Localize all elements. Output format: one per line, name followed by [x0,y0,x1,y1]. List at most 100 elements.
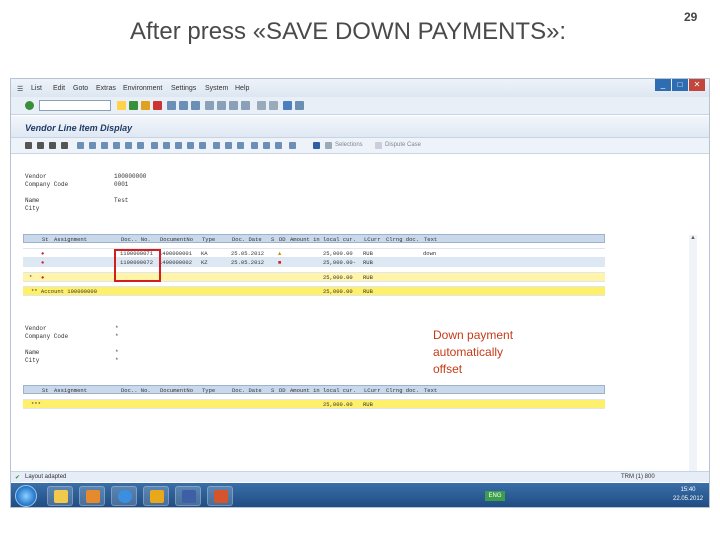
status-message: Layout adapted [25,474,67,480]
next-page-icon[interactable] [229,101,238,110]
clock[interactable]: 15:40 22.05.2012 [673,486,703,504]
windows-taskbar: ENG 15:40 22.05.2012 [11,483,709,507]
selections-button[interactable]: Selections [335,142,363,148]
annotation-text: Down payment automatically offset [433,328,514,376]
deselect-icon[interactable] [113,142,120,149]
vertical-scrollbar[interactable]: ▲ [689,235,697,507]
ie-icon [118,490,132,503]
status-icon: ● [41,274,45,281]
total-row: *** 25,000.00 RUB [23,400,605,409]
taskbar-explorer[interactable] [47,486,73,506]
details-icon[interactable] [137,142,144,149]
mail-icon[interactable] [251,142,258,149]
table-header: St Assignment Doc.. No. DocumentNo Type … [23,234,605,243]
print-icon[interactable] [167,101,176,110]
glasses-icon[interactable] [77,142,84,149]
save-icon[interactable] [117,101,126,110]
highlight-box [114,249,161,282]
table-row[interactable]: ● 1100000071 1400000001 KA 25.05.2012 ▲ … [23,249,605,258]
powerpoint-icon [214,490,228,503]
selections-icon[interactable] [325,142,332,149]
cancel-icon[interactable] [153,101,162,110]
company-code-value-2: * [115,333,119,340]
company-code-value: 0001 [114,181,129,188]
total-row: ** Account 100000000 25,000.00 RUB [23,287,605,296]
application-toolbar: Selections Dispute Case [11,138,709,154]
subtotal-marker-icon: * [29,274,33,281]
screen-title-bar: Vendor Line Item Display [11,116,709,138]
warning-icon: ▲ [278,250,282,257]
previous-icon[interactable] [37,142,44,149]
taskbar-app[interactable] [143,486,169,506]
next-icon[interactable] [49,142,56,149]
cleared-status-icon: ● [41,250,45,257]
taskbar-outlook[interactable] [79,486,105,506]
sort-desc-icon[interactable] [163,142,170,149]
table-row[interactable]: ● 1100000072 1400000002 KZ 25.05.2012 ■ … [23,258,605,267]
layout-save-icon[interactable] [289,142,296,149]
first-page-icon[interactable] [205,101,214,110]
cleared-status-icon: ● [41,259,45,266]
menu-item-system[interactable]: System [205,85,228,92]
last-page-icon[interactable] [241,101,250,110]
menu-item-help[interactable]: Help [235,85,249,92]
last-icon[interactable] [61,142,68,149]
prev-page-icon[interactable] [217,101,226,110]
error-icon: ■ [278,259,282,266]
first-icon[interactable] [25,142,32,149]
menu-item-settings[interactable]: Settings [171,85,196,92]
folder-icon [54,490,68,503]
info-icon[interactable] [313,142,320,149]
dispute-case-icon[interactable] [375,142,382,149]
dispute-case-button[interactable]: Dispute Case [385,142,421,148]
shortcut-icon[interactable] [269,101,278,110]
taskbar-powerpoint[interactable] [207,486,233,506]
enter-icon[interactable] [25,101,34,110]
back-icon[interactable] [129,101,138,110]
scroll-up-icon[interactable]: ▲ [689,235,697,243]
start-button[interactable] [15,485,37,507]
city-value-2: * [115,357,119,364]
subtotal-icon[interactable] [199,142,206,149]
close-button[interactable]: ✕ [689,79,705,91]
page-number: 29 [684,10,698,24]
column-icon[interactable] [213,142,220,149]
sum-icon[interactable] [187,142,194,149]
content-area: Vendor Company Code Name City 100000000 … [11,155,701,507]
app-icon [150,490,164,503]
layout-icon[interactable] [295,101,304,110]
select-all-icon[interactable] [101,142,108,149]
graphic-icon[interactable] [263,142,270,149]
language-indicator[interactable]: ENG [485,491,505,501]
company-code-label: Company Code [25,181,69,188]
edit-pencil-icon[interactable] [89,142,96,149]
menu-item-extras[interactable]: Extras [96,85,116,92]
print-preview-icon[interactable] [225,142,232,149]
screen-title: Vendor Line Item Display [25,123,133,133]
filter-icon[interactable] [175,142,182,149]
document-icon[interactable] [125,142,132,149]
sort-asc-icon[interactable] [151,142,158,149]
vendor-label: Vendor [25,173,47,180]
find-icon[interactable] [179,101,188,110]
find-next-icon[interactable] [191,101,200,110]
minimize-button[interactable]: _ [655,79,671,91]
menu-item-environment[interactable]: Environment [123,85,162,92]
status-bar: ✔ Layout adapted TRM (1) 800 [11,471,709,482]
city-label: City [25,205,40,212]
line-items-table: St Assignment Doc.. No. DocumentNo Type … [23,234,605,296]
menu-item-goto[interactable]: Goto [73,85,88,92]
help-icon[interactable] [283,101,292,110]
exit-icon[interactable] [141,101,150,110]
maximize-button[interactable]: □ [672,79,688,91]
taskbar-save[interactable] [175,486,201,506]
export-icon[interactable] [237,142,244,149]
standard-toolbar [11,97,709,115]
menu-icon[interactable]: ☰ [17,85,23,93]
layout-select-icon[interactable] [275,142,282,149]
command-field[interactable] [39,100,111,111]
menu-item-edit[interactable]: Edit [53,85,65,92]
new-session-icon[interactable] [257,101,266,110]
taskbar-ie[interactable] [111,486,137,506]
menu-item-list[interactable]: List [31,85,42,92]
